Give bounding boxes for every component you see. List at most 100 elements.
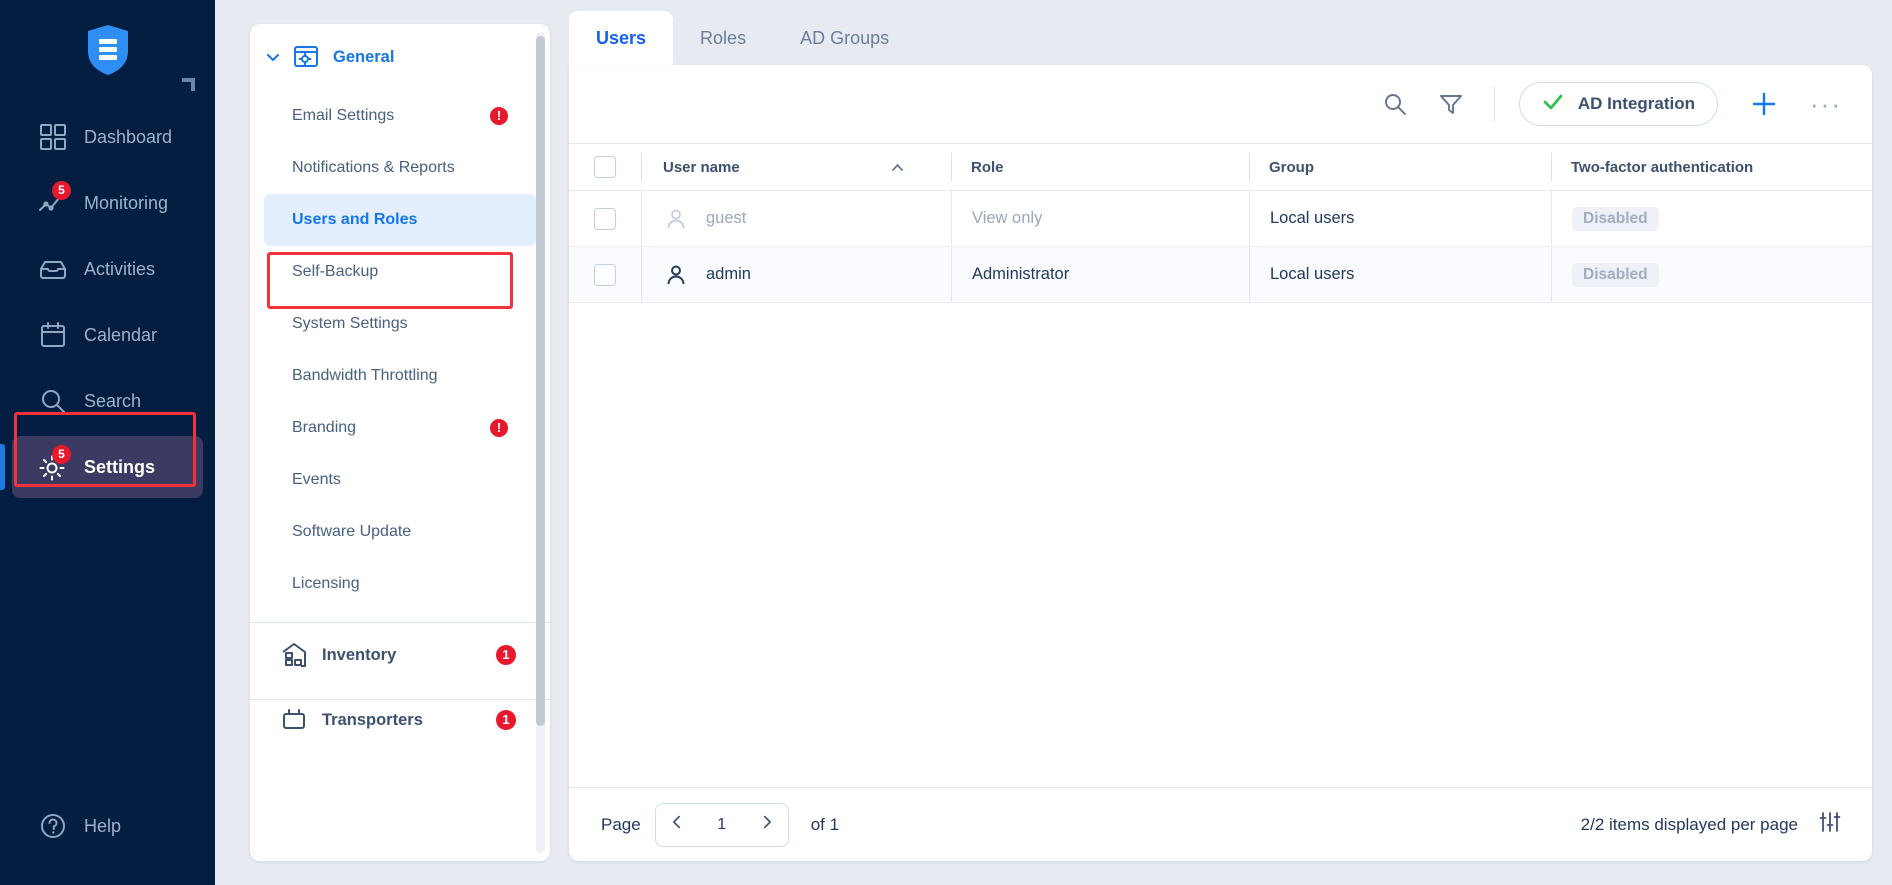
settings-item-label: Events	[292, 471, 341, 488]
nav-item-monitoring[interactable]: 5 Monitoring	[12, 172, 203, 234]
group-value: Local users	[1270, 209, 1355, 227]
settings-item-label: Branding	[292, 419, 357, 436]
settings-section-transporters[interactable]: Transporters 1	[250, 700, 550, 740]
settings-scrollbar-thumb[interactable]	[536, 36, 545, 726]
settings-item-email-settings[interactable]: Email Settings !	[264, 90, 536, 142]
tab-roles[interactable]: Roles	[673, 11, 773, 65]
filter-icon[interactable]	[1438, 91, 1464, 117]
search-icon[interactable]	[1382, 91, 1408, 117]
settings-section-label: Transporters	[322, 710, 423, 729]
settings-scroll-area: General Email Settings ! Notifications &…	[250, 24, 550, 861]
row-checkbox[interactable]	[594, 263, 616, 286]
cell-group: Local users	[1249, 247, 1551, 302]
gear-icon: 5	[38, 445, 71, 482]
chevron-left-icon[interactable]	[656, 813, 698, 837]
nav-label: Dashboard	[84, 126, 173, 147]
column-label: User name	[663, 158, 740, 176]
nav-badge: 5	[52, 445, 71, 464]
settings-item-label: Notifications & Reports	[292, 159, 455, 176]
items-per-page-area: 2/2 items displayed per page	[1581, 810, 1842, 839]
nav-label: Activities	[84, 258, 156, 279]
ellipsis-icon[interactable]: ···	[1810, 91, 1842, 117]
left-navigation: Dashboard 5 Monitoring Activities Calend…	[0, 0, 215, 885]
settings-item-label: System Settings	[292, 315, 408, 332]
tab-label: Roles	[700, 27, 747, 48]
column-header-two-factor[interactable]: Two-factor authentication	[1551, 144, 1872, 190]
nav-item-settings[interactable]: 5 Settings	[0, 436, 203, 498]
settings-group-general[interactable]: General	[250, 24, 550, 90]
pagination-control	[654, 802, 789, 847]
nav-item-calendar[interactable]: Calendar	[12, 304, 203, 366]
settings-item-notifications-reports[interactable]: Notifications & Reports	[264, 142, 536, 194]
chevron-down-icon[interactable]	[264, 48, 282, 66]
warning-icon: !	[490, 419, 508, 437]
settings-item-events[interactable]: Events	[264, 454, 536, 506]
column-header-role[interactable]: Role	[951, 144, 1249, 190]
nav-items: Dashboard 5 Monitoring Activities Calend…	[0, 106, 215, 498]
nav-item-dashboard[interactable]: Dashboard	[12, 106, 203, 168]
settings-panel: General Email Settings ! Notifications &…	[250, 24, 550, 861]
column-header-user-name[interactable]: User name	[641, 144, 951, 190]
settings-item-users-and-roles[interactable]: Users and Roles	[264, 194, 536, 246]
settings-item-licensing[interactable]: Licensing	[264, 558, 536, 610]
column-header-group[interactable]: Group	[1249, 144, 1551, 190]
help-icon	[38, 811, 68, 841]
settings-item-label: Software Update	[292, 523, 412, 540]
nav-badge: 5	[52, 181, 71, 200]
table-toolbar: AD Integration ···	[569, 65, 1872, 143]
settings-section-label: Inventory	[322, 645, 397, 664]
page-number-input[interactable]	[697, 815, 746, 834]
nav-item-search[interactable]: Search	[12, 370, 203, 432]
settings-item-bandwidth-throttling[interactable]: Bandwidth Throttling	[264, 350, 536, 402]
cell-two-factor: Disabled	[1551, 247, 1872, 302]
sort-ascending-icon[interactable]	[890, 160, 905, 175]
chevron-right-icon[interactable]	[746, 813, 788, 837]
table-footer: Page of 1 2/2 item	[569, 787, 1872, 861]
settings-section-inventory[interactable]: Inventory 1	[250, 623, 550, 687]
monitoring-icon: 5	[38, 181, 71, 218]
main-content: Users Roles AD Groups AD Integration ···…	[550, 0, 1892, 885]
settings-item-self-backup[interactable]: Self-Backup	[264, 246, 536, 298]
cell-two-factor: Disabled	[1551, 191, 1872, 246]
table-header-row: User name Role Group Two-factor authenti…	[569, 143, 1872, 191]
table-row[interactable]: admin Administrator Local users Disabled	[569, 247, 1872, 303]
table-row[interactable]: guest View only Local users Disabled	[569, 191, 1872, 247]
settings-item-system-settings[interactable]: System Settings	[264, 298, 536, 350]
settings-item-branding[interactable]: Branding !	[264, 402, 536, 454]
nav-label: Help	[84, 815, 122, 836]
sliders-icon[interactable]	[1818, 810, 1842, 839]
ad-integration-button[interactable]: AD Integration	[1518, 82, 1719, 126]
cell-group: Local users	[1249, 191, 1551, 246]
column-label: Two-factor authentication	[1571, 158, 1754, 176]
search-icon	[38, 386, 68, 416]
cell-role: View only	[951, 191, 1249, 246]
row-select-cell	[569, 207, 641, 230]
collapse-corner-icon[interactable]	[182, 78, 195, 91]
nav-label: Calendar	[84, 324, 158, 345]
page-label: Page	[601, 814, 641, 834]
nav-item-help[interactable]: Help	[12, 795, 203, 857]
settings-item-label: Email Settings	[292, 107, 395, 124]
select-all-checkbox[interactable]	[594, 156, 616, 178]
cell-role: Administrator	[951, 247, 1249, 302]
shield-logo	[86, 24, 130, 76]
check-icon	[1542, 91, 1564, 118]
tab-label: Users	[596, 27, 647, 48]
row-checkbox[interactable]	[594, 207, 616, 230]
column-label: Group	[1269, 158, 1314, 176]
activities-icon	[38, 254, 68, 284]
role-value: Administrator	[972, 265, 1070, 283]
nav-item-activities[interactable]: Activities	[12, 238, 203, 300]
plus-icon[interactable]	[1750, 90, 1778, 118]
count-badge: 1	[496, 645, 516, 665]
tab-users[interactable]: Users	[569, 11, 674, 65]
settings-item-label: Self-Backup	[292, 263, 379, 280]
tab-ad-groups[interactable]: AD Groups	[773, 11, 916, 65]
tab-label: AD Groups	[800, 27, 890, 48]
settings-item-label: Bandwidth Throttling	[292, 367, 438, 384]
nav-label: Monitoring	[84, 192, 169, 213]
settings-item-software-update[interactable]: Software Update	[264, 506, 536, 558]
nav-label: Settings	[84, 456, 156, 477]
calendar-icon	[38, 320, 68, 350]
cell-user-name: admin	[641, 247, 951, 302]
